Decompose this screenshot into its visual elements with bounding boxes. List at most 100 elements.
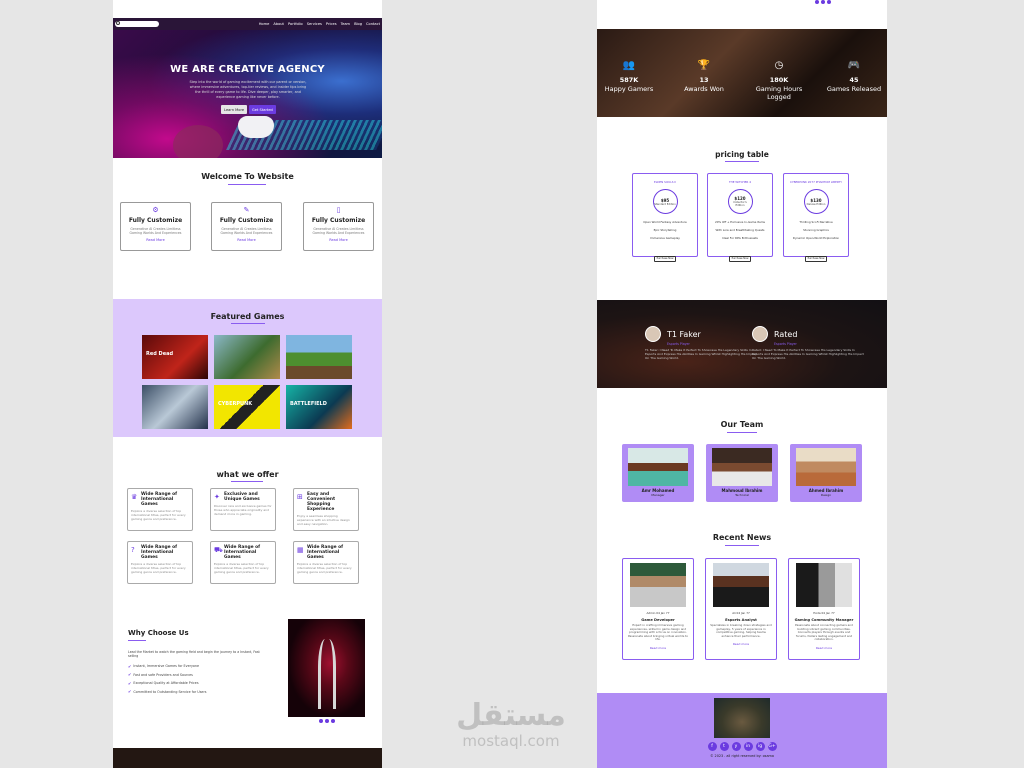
- nav-item-prices[interactable]: Prices: [326, 22, 337, 26]
- linkedin-icon[interactable]: in: [743, 742, 753, 751]
- game-thumbnail[interactable]: [286, 335, 352, 379]
- pricing-card: THE WITCHER 4 $120 Collector's Edition 20…: [707, 173, 773, 262]
- plan-features: Open World Fantasy Adventure Epic Storyt…: [633, 220, 697, 244]
- read-more-link[interactable]: Read More: [304, 238, 373, 242]
- feature-card: ▯ Fully Customize Generative AI Creates …: [303, 202, 374, 251]
- offer-title: what we offer: [216, 470, 279, 479]
- nav-item-services[interactable]: Services: [307, 22, 322, 26]
- truck-icon: ⛟: [214, 546, 223, 554]
- carousel-dot[interactable]: [319, 719, 323, 723]
- carousel-dot[interactable]: [331, 719, 335, 723]
- plan-feature: With Lore and Breathtaking Quests: [715, 228, 765, 232]
- price-circle: $95 Standard Edition: [652, 189, 678, 214]
- read-more-link[interactable]: Read More: [121, 238, 190, 242]
- news-card-title: Esports Analyst: [725, 618, 757, 622]
- feature-card-text: Generative AI Creates Limitless Gaming W…: [129, 227, 182, 236]
- google-plus-icon[interactable]: G+: [767, 742, 777, 751]
- game-thumbnail[interactable]: [142, 385, 208, 429]
- news-card: Ali 04 Jan 77 Esports Analyst Specialize…: [705, 558, 777, 660]
- news-meta: Hoda 04 Jan 77: [813, 611, 835, 615]
- news-meta: Admin 04 Jan 77: [646, 611, 670, 615]
- twitter-icon[interactable]: t: [719, 742, 729, 751]
- stat-item: 🎮 45 Games Released: [819, 60, 887, 93]
- price-circle: $120 Collector's Edition: [727, 189, 753, 214]
- search-input[interactable]: [115, 21, 159, 27]
- magic-wand-icon: ✦: [214, 493, 220, 501]
- read-more-link[interactable]: Read more: [789, 646, 859, 650]
- team-photo: [712, 448, 772, 486]
- hero-hand-shape: [173, 125, 223, 158]
- carousel-dot[interactable]: [325, 719, 329, 723]
- carousel-dot[interactable]: [821, 0, 825, 4]
- news-photo: [713, 563, 769, 607]
- read-more-link[interactable]: Read More: [212, 238, 281, 242]
- offer-card-text: Explore a diverse selection of top inter…: [131, 562, 186, 574]
- game-thumbnail[interactable]: Red Dead: [142, 335, 208, 379]
- youtube-icon[interactable]: y: [731, 742, 741, 751]
- stat-value: 45: [849, 76, 859, 84]
- image-figure: [318, 639, 336, 709]
- offer-card: ♛ Wide Range of International Games Expl…: [127, 488, 193, 531]
- feature-card-text: Generative AI Creates Limitless Gaming W…: [220, 227, 273, 236]
- stat-label: Happy Gamers: [604, 85, 654, 93]
- carousel-dot[interactable]: [827, 0, 831, 4]
- check-icon: ✔: [128, 680, 132, 686]
- facebook-icon[interactable]: f: [707, 742, 717, 751]
- social-links: f t y in ig G+: [597, 742, 887, 751]
- stat-label: Awards Won: [684, 85, 724, 93]
- purchase-button[interactable]: Purchase Now: [804, 255, 828, 262]
- team-photo: [796, 448, 856, 486]
- gamepad-image: [238, 116, 274, 138]
- stat-label: Gaming Hours Logged: [755, 85, 803, 101]
- learn-more-button[interactable]: Learn More: [221, 105, 248, 114]
- game-thumbnail[interactable]: [214, 335, 280, 379]
- nav-item-blog[interactable]: Blog: [354, 22, 362, 26]
- plan-features: Thrilling Sci-Fi Narrative Stunning Grap…: [784, 220, 848, 244]
- plan-feature: Thrilling Sci-Fi Narrative: [799, 220, 833, 224]
- game-thumbnail[interactable]: CYBERPUNK: [214, 385, 280, 429]
- offer-card-title: Wide Range of International Games: [141, 545, 178, 560]
- plan-feature: Dynamic Open-World Exploration: [792, 236, 840, 240]
- purchase-button[interactable]: Purchase Now: [653, 255, 677, 262]
- magic-wand-icon: ✎: [243, 206, 250, 214]
- news-card-text: Specializes in breaking down strategies …: [710, 623, 772, 638]
- nav-item-about[interactable]: About: [273, 22, 284, 26]
- stat-value: 180K: [769, 76, 789, 84]
- offer-card-title: Easy and Convenient Shopping Experience: [307, 492, 336, 512]
- team-card: Amr Mohamed Manager: [622, 444, 694, 502]
- get-started-button[interactable]: Get Started: [249, 105, 276, 114]
- nav-item-portfolio[interactable]: Portfolio: [288, 22, 303, 26]
- hero-section: WE ARE CREATIVE AGENCY Step into the wor…: [113, 30, 382, 158]
- team-member-role: Technical: [735, 493, 749, 497]
- list-item: ✔ Instant, Immersive Games for Everyone: [128, 662, 207, 671]
- read-more-link[interactable]: Read more: [623, 646, 693, 650]
- news-meta: Ali 04 Jan 77: [732, 611, 750, 615]
- game-thumbnail-label: Red Dead: [146, 351, 174, 357]
- team-photo: [628, 448, 688, 486]
- offer-card-title: Wide Range of International Games: [307, 545, 344, 560]
- watermark-url: mostaql.com: [462, 732, 560, 750]
- nav-menu: Home About Portfolio Services Prices Tea…: [259, 22, 380, 26]
- stat-value: 13: [699, 76, 709, 84]
- footer: f t y in ig G+ © 2023 . all right reserv…: [597, 693, 887, 768]
- stats-section-preview: [113, 748, 382, 768]
- news-underline: [725, 545, 759, 546]
- offer-card-text: Discover rare and exclusive games for th…: [214, 504, 272, 516]
- nav-item-home[interactable]: Home: [259, 22, 270, 26]
- game-thumbnail[interactable]: BATTLEFIELD: [286, 385, 352, 429]
- crown-icon: ♛: [131, 493, 138, 501]
- nav-item-contact[interactable]: Contact: [366, 22, 380, 26]
- team-member-role: Design: [820, 493, 832, 497]
- nav-item-team[interactable]: Team: [341, 22, 351, 26]
- carousel-dots: [815, 0, 831, 4]
- stat-item: 👥 587K Happy Gamers: [597, 60, 664, 93]
- featured-games-title: Featured Games: [210, 312, 285, 321]
- purchase-button[interactable]: Purchase Now: [728, 255, 752, 262]
- plan-feature: Ideal For RPG Enthusiasts: [722, 236, 758, 240]
- read-more-link[interactable]: Read more: [706, 642, 776, 646]
- instagram-icon[interactable]: ig: [755, 742, 765, 751]
- search-icon: [116, 21, 120, 25]
- news-title: Recent News: [712, 533, 772, 542]
- check-icon: ✔: [128, 689, 132, 695]
- carousel-dot[interactable]: [815, 0, 819, 4]
